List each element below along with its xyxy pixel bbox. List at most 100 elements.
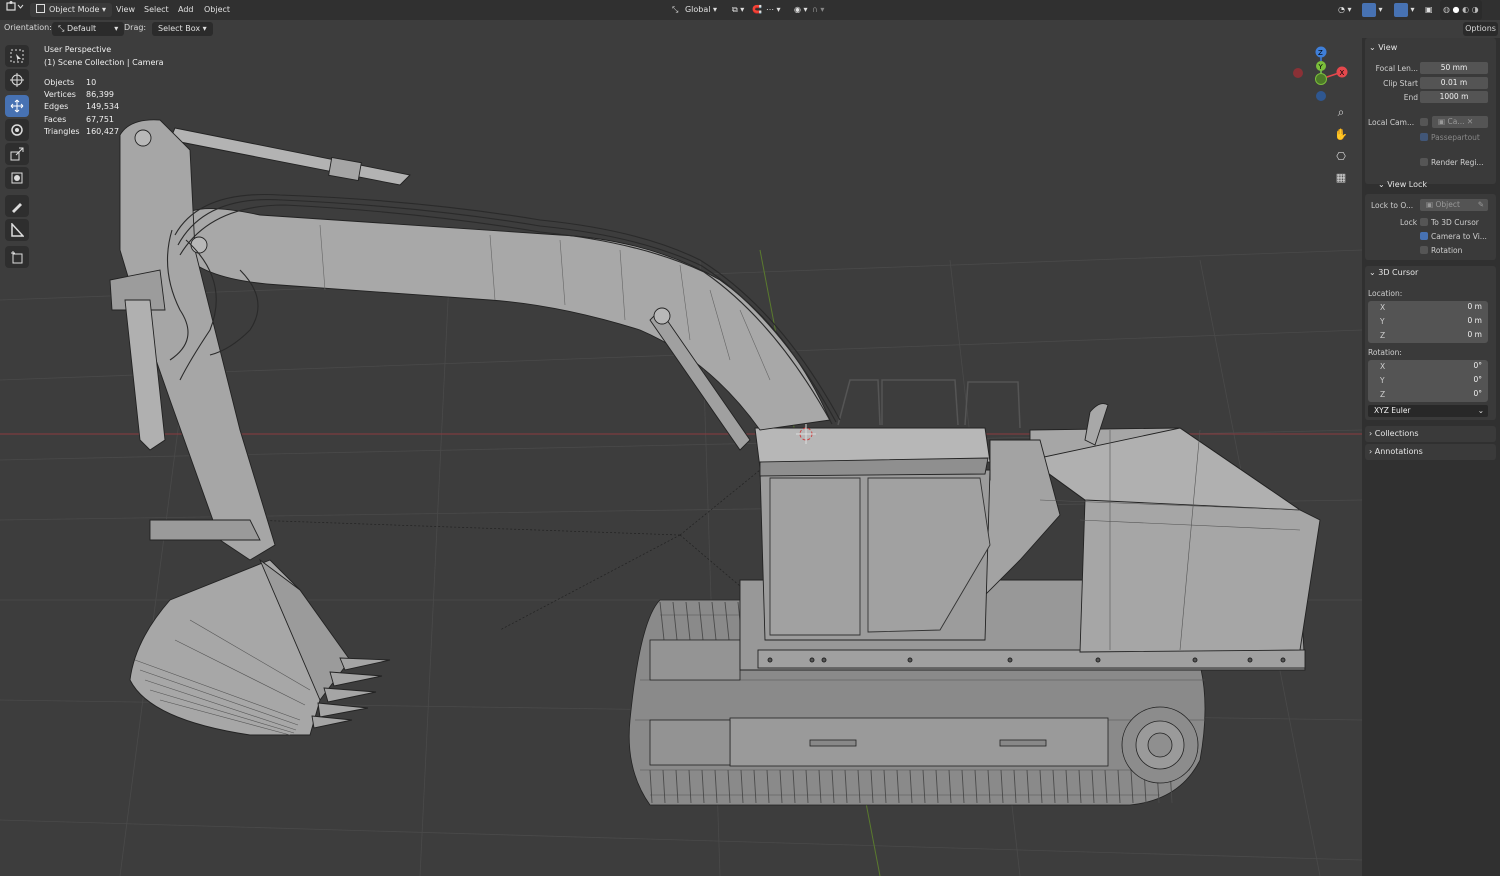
eyedropper-icon[interactable]: ✎ (1478, 199, 1484, 211)
collections-header[interactable]: › Collections (1369, 429, 1419, 438)
pan-button[interactable]: ✋ (1331, 125, 1351, 143)
editor-type-button[interactable] (6, 0, 24, 20)
boom-cylinder (169, 127, 411, 186)
cursor-icon (10, 73, 24, 87)
boom (169, 127, 831, 431)
stat-label: Edges (44, 102, 69, 111)
grid-ortho-icon: ▦ (1335, 170, 1347, 184)
focal-length-label: Focal Len... (1375, 64, 1418, 73)
view-panel-header[interactable]: ⌄ View (1369, 43, 1397, 52)
transform-orientation-label: Global (684, 5, 711, 14)
cursor-panel-header[interactable]: ⌄ 3D Cursor (1369, 268, 1418, 277)
wireframe-shading-icon[interactable]: ◍ (1443, 5, 1450, 14)
orientation-icon: ⤡ (672, 5, 679, 14)
loc-y-field[interactable]: 0 m (1368, 315, 1488, 327)
orientation-icon: ⤡ (58, 24, 67, 33)
options-button[interactable]: Options (1463, 22, 1498, 36)
tool-measure[interactable] (5, 219, 29, 241)
tool-transform[interactable] (5, 167, 29, 189)
stick-arm (109, 119, 751, 561)
rotation-mode-dropdown[interactable]: XYZ Euler ⌄ (1368, 405, 1488, 417)
tool-select-box[interactable] (5, 45, 29, 67)
lock-to-object-field[interactable]: ▣ Object ✎ (1420, 199, 1488, 211)
orientation-dropdown[interactable]: ⤡ Default ▾ (52, 22, 125, 36)
lock-to-object-label: Lock to O... (1371, 201, 1414, 210)
view-lock-header[interactable]: ⌄ View Lock (1378, 180, 1427, 189)
loc-z-field[interactable]: 0 m (1368, 329, 1488, 341)
solid-shading-icon[interactable]: ● (1453, 5, 1460, 14)
rot-z-field[interactable]: 0° (1368, 388, 1488, 400)
gizmo-toggle[interactable]: ▾ (1362, 0, 1383, 20)
object-mode-icon (36, 4, 45, 13)
transform-icon (11, 172, 23, 184)
bucket (129, 558, 391, 736)
transform-orientation-dropdown[interactable]: ⤡ Global ▾ (672, 0, 717, 20)
upper-structure (739, 379, 1321, 671)
clip-end-field[interactable]: 1000 m (1420, 91, 1488, 103)
local-camera-field[interactable]: ▣ Ca... ✕ (1432, 116, 1488, 128)
tool-add-cube[interactable] (5, 246, 29, 268)
lock-label: Lock (1400, 218, 1418, 227)
xray-toggle[interactable]: ▣ (1425, 0, 1433, 20)
rot-y-field[interactable]: 0° (1368, 374, 1488, 386)
rendered-shading-icon[interactable]: ◑ (1472, 5, 1479, 14)
cursor-rotation-label: Rotation: (1368, 348, 1402, 357)
tool-move[interactable] (5, 95, 29, 117)
render-region-checkbox[interactable] (1420, 158, 1428, 166)
move-icon (10, 99, 24, 113)
passepartout-label: Passepartout (1431, 133, 1480, 142)
lock-to-cursor-label: To 3D Cursor (1431, 218, 1479, 227)
zoom-icon: ⌕ (1337, 104, 1345, 119)
tool-rotate[interactable] (5, 119, 29, 141)
lock-rotation-checkbox[interactable] (1420, 246, 1428, 254)
lock-to-cursor-checkbox[interactable] (1420, 218, 1428, 226)
svg-text:Y: Y (1318, 63, 1324, 71)
handrails (837, 379, 1021, 429)
snap-target-button[interactable]: ⋯ ▾ (766, 0, 781, 20)
collection-label: (1) Scene Collection | Camera (44, 58, 164, 67)
gizmo-neg-z-axis[interactable] (1316, 91, 1326, 101)
clip-start-field[interactable]: 0.01 m (1420, 77, 1488, 89)
material-shading-icon[interactable]: ◐ (1462, 5, 1469, 14)
menu-view[interactable]: View (116, 0, 135, 20)
visibility-button[interactable]: ◔ ▾ (1338, 0, 1352, 20)
sidebar-panel: ⌄ View Focal Len... 50 mm Clip Start 0.0… (1362, 38, 1500, 876)
stat-value: 86,399 (86, 90, 114, 99)
proportional-edit-button[interactable]: ◉ ▾ (794, 0, 808, 20)
tool-scale[interactable] (5, 143, 29, 165)
pivot-point-button[interactable]: ⧉ ▾ (732, 0, 744, 20)
snap-button[interactable]: 🧲 (752, 0, 762, 20)
gizmo-neg-x-axis[interactable] (1293, 68, 1303, 78)
camera-view-button[interactable]: ⎔ (1331, 147, 1351, 165)
overlay-toggle[interactable]: ▾ (1394, 0, 1415, 20)
svg-text:X: X (1340, 69, 1345, 77)
3d-viewport[interactable]: User Perspective (1) Scene Collection | … (0, 38, 1362, 876)
zoom-button[interactable]: ⌕ (1331, 103, 1351, 121)
mode-label: Object Mode (49, 5, 100, 14)
local-camera-checkbox[interactable] (1420, 118, 1428, 126)
tool-annotate[interactable] (5, 195, 29, 217)
ortho-toggle-button[interactable]: ▦ (1331, 168, 1351, 186)
mode-dropdown[interactable]: Object Mode ▾ (30, 0, 112, 20)
focal-length-field[interactable]: 50 mm (1420, 62, 1488, 74)
camera-to-view-checkbox[interactable] (1420, 232, 1428, 240)
stat-value: 149,534 (86, 102, 120, 111)
loc-x-field[interactable]: 0 m (1368, 301, 1488, 313)
drag-dropdown[interactable]: Select Box ▾ (152, 22, 213, 36)
passepartout-checkbox[interactable] (1420, 133, 1428, 141)
rot-x-field[interactable]: 0° (1368, 360, 1488, 372)
tool-cursor[interactable] (5, 69, 29, 91)
falloff-button[interactable]: ∩ ▾ (812, 0, 824, 20)
pan-hand-icon: ✋ (1334, 127, 1348, 141)
menu-add[interactable]: Add (178, 0, 194, 20)
menu-object[interactable]: Object (204, 0, 230, 20)
menu-select[interactable]: Select (144, 0, 169, 20)
rotate-icon (11, 124, 23, 136)
shading-mode-group[interactable]: ◍ ● ◐ ◑ (1440, 0, 1482, 20)
render-region-label: Render Regi... (1431, 158, 1484, 167)
navigation-gizmo[interactable]: Z Y X (1290, 44, 1350, 108)
stat-value: 10 (86, 78, 97, 87)
orientation-label: Orientation: (4, 23, 52, 32)
annotations-header[interactable]: › Annotations (1369, 447, 1423, 456)
add-cube-icon (11, 251, 23, 264)
